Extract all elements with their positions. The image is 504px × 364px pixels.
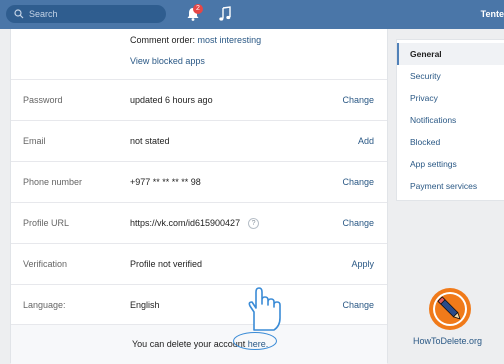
user-name[interactable]: Tente xyxy=(481,9,504,19)
comment-order-label: Comment order: xyxy=(130,35,196,45)
phone-value: +977 ** ** ** ** 98 xyxy=(130,177,201,187)
help-icon[interactable]: ? xyxy=(248,218,260,230)
password-value: updated 6 hours ago xyxy=(130,95,213,105)
search-placeholder: Search xyxy=(29,9,58,19)
delete-account-bar: You can delete your account here. xyxy=(11,324,387,364)
email-value: not stated xyxy=(130,136,170,146)
profile-url-value: https://vk.com/id615900427? xyxy=(130,218,260,230)
comment-order: Comment order: most interesting xyxy=(130,35,261,45)
sidebar-item-security[interactable]: Security xyxy=(397,65,504,87)
email-add-link[interactable]: Add xyxy=(358,136,374,146)
email-row: Email not stated Add xyxy=(11,120,387,161)
phone-change-link[interactable]: Change xyxy=(342,177,374,187)
phone-label: Phone number xyxy=(23,177,83,187)
password-change-link[interactable]: Change xyxy=(342,95,374,105)
top-bar: Search 2 Tente xyxy=(0,0,504,29)
sidebar-item-notifications[interactable]: Notifications xyxy=(397,109,504,131)
email-label: Email xyxy=(23,136,46,146)
verification-value: Profile not verified xyxy=(130,259,203,269)
password-row: Password updated 6 hours ago Change xyxy=(11,79,387,120)
verification-row: Verification Profile not verified Apply xyxy=(11,243,387,284)
verification-apply-link[interactable]: Apply xyxy=(351,259,374,269)
profile-url-change-link[interactable]: Change xyxy=(342,218,374,228)
profile-url-label: Profile URL xyxy=(23,218,70,228)
music-icon[interactable] xyxy=(218,6,232,22)
language-row: Language: English Change xyxy=(11,284,387,325)
search-icon xyxy=(14,9,24,19)
notification-badge: 2 xyxy=(193,4,203,14)
verification-label: Verification xyxy=(23,259,68,269)
language-change-link[interactable]: Change xyxy=(342,300,374,310)
watermark-text: HowToDelete.org xyxy=(413,336,483,346)
sidebar-item-blocked[interactable]: Blocked xyxy=(397,131,504,153)
settings-panel: Comment order: most interesting View blo… xyxy=(10,29,388,364)
language-value: English xyxy=(130,300,160,310)
sidebar-item-privacy[interactable]: Privacy xyxy=(397,87,504,109)
profile-url-text: https://vk.com/id615900427 xyxy=(130,218,241,228)
password-label: Password xyxy=(23,95,63,105)
profile-url-row: Profile URL https://vk.com/id615900427? … xyxy=(11,202,387,243)
language-label: Language: xyxy=(23,300,66,310)
howtodelete-logo-icon xyxy=(429,288,471,330)
phone-row: Phone number +977 ** ** ** ** 98 Change xyxy=(11,161,387,202)
sidebar-item-general[interactable]: General xyxy=(397,43,504,65)
settings-sidebar: General Security Privacy Notifications B… xyxy=(396,39,504,201)
sidebar-item-app-settings[interactable]: App settings xyxy=(397,153,504,175)
comment-order-value[interactable]: most interesting xyxy=(198,35,262,45)
view-blocked-apps-link[interactable]: View blocked apps xyxy=(130,56,205,66)
sidebar-item-payment-services[interactable]: Payment services xyxy=(397,175,504,197)
highlight-ring xyxy=(233,332,277,350)
pointing-hand-icon xyxy=(248,287,281,331)
search-input[interactable]: Search xyxy=(6,5,166,23)
